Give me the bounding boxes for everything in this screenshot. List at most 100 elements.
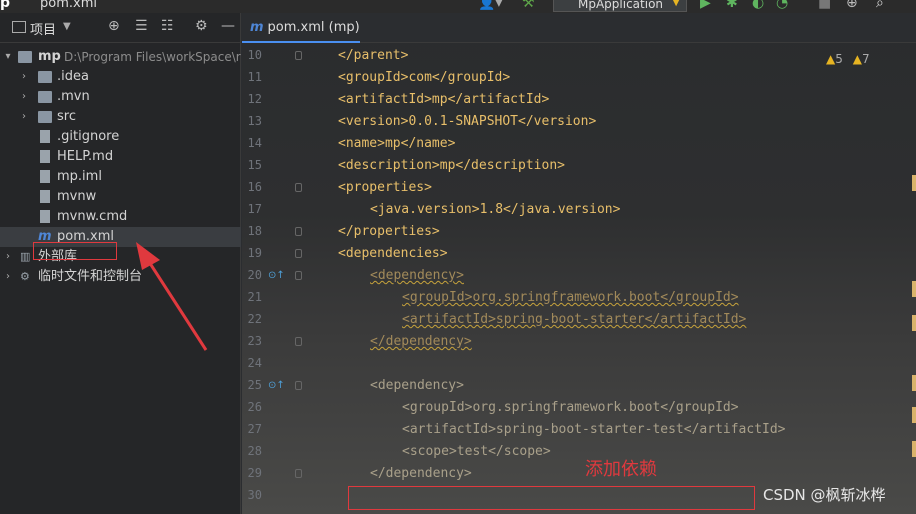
run-icon[interactable]: ▶ (700, 0, 711, 11)
fold-marker-icon[interactable] (295, 381, 302, 390)
search-icon[interactable]: ⌕ (876, 0, 884, 11)
tree-item-mvn[interactable]: › .mvn (0, 87, 241, 107)
root-path: D:\Program Files\workSpace\r (64, 50, 241, 64)
collapse-all-icon[interactable]: ☷ (161, 18, 174, 34)
tree-item-label: .mvn (57, 89, 90, 104)
maven-icon: m (250, 20, 264, 35)
build-hammer-icon[interactable]: ⚒ (522, 0, 535, 11)
scrollbar-marker[interactable] (912, 281, 916, 297)
tree-item-idea[interactable]: › .idea (0, 67, 241, 87)
annotation-arrow (136, 242, 208, 351)
line-number: 26 (247, 400, 262, 414)
code-line: <scope>test</scope> (402, 444, 551, 459)
chevron-down-icon: ▼ (672, 0, 680, 8)
run-configuration-select[interactable]: MpApplication ▼ (553, 0, 687, 12)
vcs-icon[interactable]: ⊕ (846, 0, 858, 11)
user-icon[interactable]: 👤▾ (478, 0, 502, 11)
chevron-right-icon[interactable]: › (18, 107, 30, 127)
line-number: 12 (247, 92, 262, 106)
fold-marker-icon[interactable] (295, 51, 302, 60)
tab-label: pom.xml (mp) (267, 20, 360, 35)
line-number: 10 (247, 48, 262, 62)
editor-tab-bar: m pom.xml (mp) (242, 13, 916, 43)
module-file-icon (40, 170, 50, 183)
chevron-right-icon[interactable]: › (2, 247, 14, 267)
library-icon: ▥ (20, 250, 31, 263)
insertion-highlight-box (348, 486, 755, 510)
line-number: 17 (247, 202, 262, 216)
tree-root-mp[interactable]: ▾ mp D:\Program Files\workSpace\r (0, 47, 241, 67)
line-number: 16 (247, 180, 262, 194)
tree-item-mvnw[interactable]: mvnw (0, 187, 241, 207)
project-view-title[interactable]: 项目 (30, 19, 56, 38)
folder-icon (18, 51, 32, 63)
weak-warning-icon: ▲ (852, 52, 862, 66)
file-icon (40, 130, 50, 143)
chevron-down-icon[interactable]: ▼ (63, 21, 71, 32)
app-logo: p (0, 0, 11, 11)
scrollbar-marker[interactable] (912, 315, 916, 331)
scrollbar-marker[interactable] (912, 375, 916, 391)
tree-item-gitignore[interactable]: .gitignore (0, 127, 241, 147)
line-number: 11 (247, 70, 262, 84)
chevron-down-icon[interactable]: ▾ (2, 47, 14, 67)
fold-marker-icon[interactable] (295, 227, 302, 236)
editor-pane[interactable]: m pom.xml (mp) ▲5 ▲7 10 11 12 13 14 15 16… (242, 13, 916, 514)
tree-item-mvnw-cmd[interactable]: mvnw.cmd (0, 207, 241, 227)
fold-marker-icon[interactable] (295, 271, 302, 280)
code-line: <description>mp</description> (338, 158, 565, 173)
tree-item-label: mvnw.cmd (57, 209, 128, 224)
code-line: <dependency> (370, 268, 464, 283)
expand-all-icon[interactable]: ☰ (135, 18, 148, 34)
dependency-gutter-icon[interactable]: ⊙↑ (268, 270, 285, 281)
pom-highlight-box (33, 242, 117, 260)
tree-item-help-md[interactable]: HELP.md (0, 147, 241, 167)
tree-item-mp-iml[interactable]: mp.iml (0, 167, 241, 187)
tree-item-label: HELP.md (57, 149, 114, 164)
line-number: 28 (247, 444, 262, 458)
line-number: 18 (247, 224, 262, 238)
stop-icon[interactable]: ■ (818, 0, 831, 11)
tab-pom-xml[interactable]: m pom.xml (mp) (242, 13, 360, 43)
folder-icon (38, 111, 52, 123)
scrollbar-marker[interactable] (912, 407, 916, 423)
project-view-icon (12, 21, 26, 33)
markdown-file-icon (40, 150, 50, 163)
chevron-right-icon[interactable]: › (2, 267, 14, 287)
maven-icon: m (38, 229, 52, 244)
dependency-gutter-icon[interactable]: ⊙↑ (268, 380, 285, 391)
tree-item-label: 临时文件和控制台 (38, 269, 143, 284)
tree-item-label: src (57, 109, 76, 124)
locate-icon[interactable]: ⊕ (108, 18, 120, 34)
tree-item-label: .idea (57, 69, 89, 84)
code-line: <name>mp</name> (338, 136, 456, 151)
chevron-right-icon[interactable]: › (18, 67, 30, 87)
code-line: </parent> (338, 48, 409, 63)
line-number: 14 (247, 136, 262, 150)
code-line: <dependency> (370, 378, 464, 393)
tree-item-label: mvnw (57, 189, 97, 204)
profile-icon[interactable]: ◔ (776, 0, 788, 11)
fold-marker-icon[interactable] (295, 183, 302, 192)
scrollbar-marker[interactable] (912, 441, 916, 457)
gear-icon[interactable]: ⚙ (195, 18, 208, 34)
warning-indicator[interactable]: ▲5 ▲7 (826, 52, 870, 66)
line-number: 21 (247, 290, 262, 304)
run-configuration-label: MpApplication (578, 0, 664, 11)
coverage-icon[interactable]: ◐ (752, 0, 764, 11)
line-number: 27 (247, 422, 262, 436)
fold-marker-icon[interactable] (295, 469, 302, 478)
minimize-icon[interactable]: — (221, 18, 235, 34)
arrow-shaft (142, 253, 208, 351)
code-line: <properties> (338, 180, 432, 195)
line-number: 30 (247, 488, 262, 502)
code-line: <groupId>org.springframework.boot</group… (402, 400, 739, 415)
fold-marker-icon[interactable] (295, 337, 302, 346)
fold-marker-icon[interactable] (295, 249, 302, 258)
code-line: <artifactId>spring-boot-starter</artifac… (402, 312, 747, 327)
file-icon (40, 190, 50, 203)
debug-icon[interactable]: ✱ (726, 0, 738, 11)
chevron-right-icon[interactable]: › (18, 87, 30, 107)
scrollbar-marker[interactable] (912, 175, 916, 191)
tree-item-src[interactable]: › src (0, 107, 241, 127)
